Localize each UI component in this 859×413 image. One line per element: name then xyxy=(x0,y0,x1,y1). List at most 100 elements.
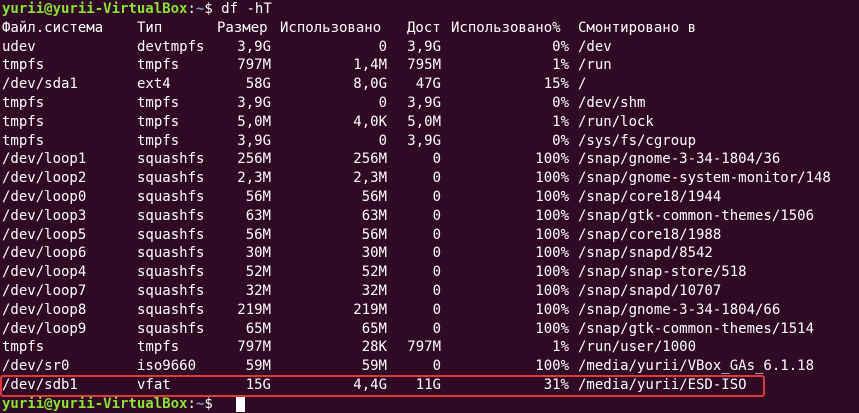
cell-avail: 0 xyxy=(432,207,441,224)
cell-mount: /run/lock xyxy=(578,113,654,130)
header-usepct: Использовано% xyxy=(451,19,561,36)
cell-type: squashfs xyxy=(137,170,205,187)
table-row: /dev/loop8 squashfs 219M 219M 0 100% /snap/gno… xyxy=(0,301,859,319)
cell-used: 59M xyxy=(361,358,387,375)
cell-size: 5,0M xyxy=(237,113,271,130)
cell-usepct: 0% xyxy=(552,95,569,111)
cell-size: 797M xyxy=(237,339,271,356)
cell-fs: /dev/loop4 xyxy=(2,264,87,281)
cell-mount: /snap/snapd/10707 xyxy=(578,283,722,299)
cell-fs: /dev/loop1 xyxy=(2,151,87,168)
cell-type: squashfs xyxy=(137,226,205,243)
table-row: tmpfs tmpfs 5,0M 4,0K 5,0M 1% /run/lock xyxy=(0,113,859,131)
cell-used: 8,0G xyxy=(353,76,387,93)
cell-type: squashfs xyxy=(137,189,205,205)
header-size: Размер xyxy=(217,19,268,36)
prompt: yurii@yurii-VirtualBox:~$ df -hT xyxy=(2,0,272,18)
cell-mount: /snap/core18/1988 xyxy=(578,226,722,243)
cell-mount: /dev/shm xyxy=(578,95,646,111)
cell-avail: 0 xyxy=(432,170,441,187)
cell-avail: 3,9G xyxy=(407,132,441,149)
cell-type: squashfs xyxy=(137,245,205,262)
cell-fs: /dev/loop6 xyxy=(2,245,87,262)
cell-avail: 0 xyxy=(432,189,441,205)
cell-mount: /snap/snapd/8542 xyxy=(578,245,713,262)
cell-usepct: 0% xyxy=(552,132,569,149)
cell-usepct: 100% xyxy=(535,320,569,337)
terminal-window[interactable]: yurii@yurii-VirtualBox:~$ df -hT Файл.сис… xyxy=(0,0,859,412)
cell-avail: 3,9G xyxy=(407,95,441,111)
cell-avail: 0 xyxy=(432,151,441,168)
table-row: /dev/loop5 squashfs 56M 56M 0 100% /snap/core1… xyxy=(0,226,859,244)
cell-used: 219M xyxy=(353,301,387,318)
cell-mount: /snap/gnome-system-monitor/148 xyxy=(578,170,831,187)
cell-usepct: 1% xyxy=(552,57,569,74)
prompt-user-host: yurii@yurii-VirtualBox xyxy=(2,1,188,17)
text-cursor[interactable] xyxy=(236,396,245,412)
cell-used: 52M xyxy=(361,264,387,281)
cell-avail: 0 xyxy=(432,226,441,243)
cell-used: 0 xyxy=(378,38,387,55)
cell-usepct: 100% xyxy=(535,151,569,168)
cell-usepct: 1% xyxy=(552,113,569,130)
cell-used: 4,0K xyxy=(353,113,387,130)
cell-usepct: 1% xyxy=(552,339,569,356)
cell-size: 65M xyxy=(245,320,271,337)
cell-size: 58G xyxy=(245,76,271,93)
table-row: /dev/loop1 squashfs 256M 256M 0 100% /snap/gno… xyxy=(0,150,859,168)
cell-type: tmpfs xyxy=(137,57,180,74)
cell-type: squashfs xyxy=(137,151,205,168)
cell-usepct: 0% xyxy=(552,38,569,55)
cell-avail: 47G xyxy=(415,76,441,93)
cell-mount: / xyxy=(578,76,587,93)
cell-type: squashfs xyxy=(137,320,205,337)
cell-size: 3,9G xyxy=(237,38,271,55)
table-header: Файл.система Тип Размер Использовано Дост Исп… xyxy=(0,19,859,37)
cell-type: squashfs xyxy=(137,207,205,224)
cell-avail: 0 xyxy=(432,301,441,318)
cell-avail: 3,9G xyxy=(407,38,441,55)
cell-type: devtmpfs xyxy=(137,38,205,55)
cell-type: squashfs xyxy=(137,283,205,299)
table-row: /dev/loop4 squashfs 52M 52M 0 100% /snap/snap-… xyxy=(0,263,859,281)
cell-fs: /dev/loop7 xyxy=(2,283,87,299)
cell-size: 52M xyxy=(245,264,271,281)
cell-avail: 11G xyxy=(415,377,441,393)
cell-avail: 0 xyxy=(432,358,441,375)
cell-size: 219M xyxy=(237,301,271,318)
cell-size: 2,3M xyxy=(237,170,271,187)
cell-avail: 5,0M xyxy=(407,113,441,130)
cell-used: 63M xyxy=(361,207,387,224)
cell-fs: tmpfs xyxy=(2,339,45,356)
cell-size: 63M xyxy=(245,207,271,224)
cell-avail: 795M xyxy=(407,57,441,74)
cell-usepct: 100% xyxy=(535,358,569,375)
cell-mount: /media/yurii/ESD-ISO xyxy=(578,377,747,393)
cell-fs: /dev/loop8 xyxy=(2,301,87,318)
cell-size: 15G xyxy=(245,377,271,393)
cell-usepct: 100% xyxy=(535,170,569,187)
cell-mount: /dev xyxy=(578,38,612,55)
cell-used: 56M xyxy=(361,189,387,205)
cell-size: 3,9G xyxy=(237,95,271,111)
cell-used: 65M xyxy=(361,320,387,337)
cell-used: 0 xyxy=(378,95,387,111)
cell-used: 2,3M xyxy=(353,170,387,187)
cell-size: 56M xyxy=(245,189,271,205)
table-row: udev devtmpfs 3,9G 0 3,9G 0% /dev xyxy=(0,38,859,56)
cell-mount: /run xyxy=(578,57,612,74)
cell-used: 56M xyxy=(361,226,387,243)
cell-size: 797M xyxy=(237,57,271,74)
cell-size: 30M xyxy=(245,245,271,262)
cell-avail: 0 xyxy=(432,320,441,337)
cell-size: 59M xyxy=(245,358,271,375)
cell-fs: tmpfs xyxy=(2,57,45,74)
cell-type: iso9660 xyxy=(137,358,197,375)
table-row: /dev/loop2 squashfs 2,3M 2,3M 0 100% /snap/gno… xyxy=(0,169,859,187)
table-row: tmpfs tmpfs 797M 28K 797M 1% /run/user/1000 xyxy=(0,338,859,356)
cell-usepct: 100% xyxy=(535,207,569,224)
cell-used: 4,4G xyxy=(353,377,387,393)
table-row: /dev/loop3 squashfs 63M 63M 0 100% /snap/gtk-c… xyxy=(0,207,859,225)
cell-mount: /snap/gnome-3-34-1804/66 xyxy=(578,301,781,318)
cell-fs: /dev/loop3 xyxy=(2,207,87,224)
